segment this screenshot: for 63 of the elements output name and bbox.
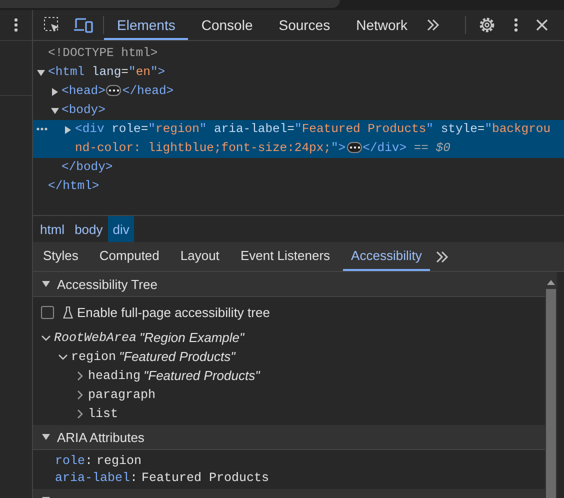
- section-header[interactable]: ARIA Attributes: [33, 425, 545, 450]
- element-markup-text: <html lang="en">: [48, 64, 166, 81]
- sidebar-pane-tab[interactable]: Computed: [91, 242, 168, 271]
- panel-tab[interactable]: Console: [188, 12, 266, 40]
- expanded-triangle-icon[interactable]: [36, 68, 46, 78]
- more-tabs-icon[interactable]: [434, 250, 449, 262]
- closing-tag-text: </html>: [48, 178, 100, 195]
- breadcrumb-link[interactable]: div: [108, 216, 134, 242]
- dom-node-row[interactable]: <html lang="en">: [33, 63, 564, 82]
- inspect-element-icon[interactable]: [43, 16, 61, 34]
- collapsed-triangle-icon[interactable]: [50, 86, 60, 96]
- attribute-name: aria-label: [55, 471, 130, 485]
- collapsed-triangle-icon[interactable]: [63, 124, 73, 134]
- accessibility-node-name: "Region Example": [140, 330, 244, 345]
- more-tabs-icon[interactable]: [426, 19, 440, 31]
- panel-tab[interactable]: Elements: [104, 12, 188, 40]
- more-options-icon[interactable]: [514, 18, 518, 32]
- section-title: ARIA Attributes: [57, 430, 144, 444]
- closing-tag-text: </body>: [62, 159, 113, 176]
- accessibility-node-name: "Featured Products": [144, 368, 260, 383]
- attribute-value: region: [96, 454, 142, 468]
- collapsed-chevron-icon[interactable]: [75, 370, 85, 380]
- panel-tab[interactable]: Network: [343, 12, 420, 40]
- attribute-separator: :: [85, 454, 93, 468]
- expanded-triangle-icon[interactable]: [41, 432, 51, 442]
- accessibility-node-role[interactable]: RootWebArea: [54, 330, 137, 344]
- section-title: Accessibility Tree: [57, 276, 158, 292]
- accessibility-node-name: "Featured Products": [119, 349, 236, 364]
- collapsed-chevron-icon[interactable]: [75, 408, 85, 418]
- sidebar-pane-tab[interactable]: Styles: [35, 242, 86, 271]
- scrollbar[interactable]: [545, 272, 557, 498]
- expanded-chevron-icon[interactable]: [41, 332, 51, 342]
- dom-node-row[interactable]: <head> </head>: [33, 82, 564, 101]
- close-icon[interactable]: [536, 19, 548, 31]
- accessibility-node-role[interactable]: heading: [88, 368, 141, 382]
- element-markup-text: <head> </head>: [62, 83, 175, 100]
- expanded-triangle-icon[interactable]: [41, 279, 51, 289]
- scroll-up-arrow-icon[interactable]: [547, 280, 555, 285]
- flask-icon: [63, 306, 73, 318]
- doctype-text: <!DOCTYPE html>: [48, 45, 158, 62]
- dom-node-row[interactable]: <body>: [33, 101, 564, 120]
- element-markup-text: <body>: [62, 102, 106, 119]
- accessibility-node-role[interactable]: list: [88, 406, 118, 420]
- panel-tab[interactable]: Sources: [266, 12, 344, 40]
- attribute-name: role: [55, 454, 86, 468]
- breadcrumb-link[interactable]: body: [70, 216, 108, 242]
- attribute-separator: :: [130, 471, 138, 485]
- expanded-triangle-icon[interactable]: [50, 106, 60, 116]
- settings-icon[interactable]: [478, 16, 496, 34]
- section-header[interactable]: Accessibility Tree: [33, 272, 545, 297]
- accessibility-node-role[interactable]: paragraph: [88, 388, 156, 402]
- collapsed-chevron-icon[interactable]: [75, 390, 85, 400]
- breadcrumb-link[interactable]: html: [35, 216, 70, 242]
- checkbox-label: Enable full-page accessibility tree: [77, 304, 270, 320]
- sidebar-pane-tab[interactable]: Event Listeners: [232, 242, 338, 271]
- more-actions-icon[interactable]: [36, 127, 48, 131]
- attribute-value: Featured Products: [142, 471, 270, 485]
- checkbox[interactable]: [41, 306, 54, 318]
- expanded-chevron-icon[interactable]: [58, 352, 68, 362]
- more-options-icon[interactable]: [14, 18, 18, 32]
- sidebar-pane-tab[interactable]: Layout: [172, 242, 228, 271]
- accessibility-node-role[interactable]: region: [71, 350, 116, 364]
- device-toolbar-icon[interactable]: [73, 17, 93, 33]
